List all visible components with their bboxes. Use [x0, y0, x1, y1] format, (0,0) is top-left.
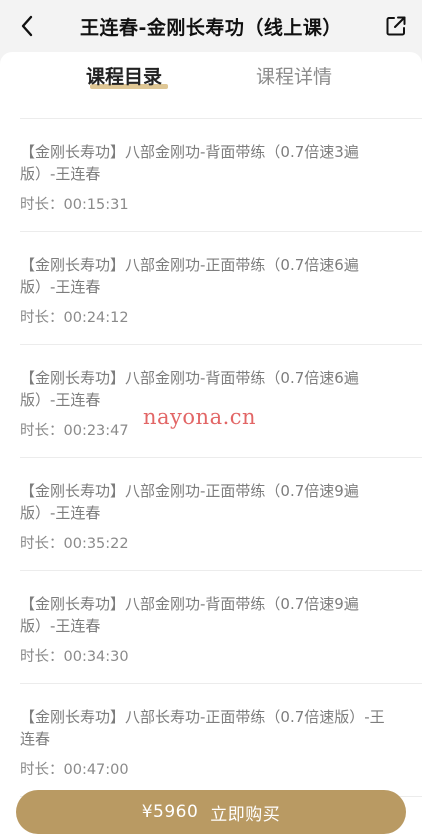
- share-icon: [386, 16, 406, 36]
- content-card: 课程目录 课程详情 【金刚长寿功】八部金刚功-背面带练（0.7倍速3遍版）-王连…: [0, 52, 422, 836]
- header-bar: 王连春-金刚长寿功（线上课）: [0, 0, 422, 52]
- tab-course-details[interactable]: 课程详情: [256, 62, 332, 89]
- lesson-duration: 时长：00:35:22: [20, 536, 129, 552]
- lesson-title: 【金刚长寿功】八部金刚功-正面带练（0.7倍速6遍版）-王连春: [20, 256, 359, 296]
- page-title: 王连春-金刚长寿功（线上课）: [80, 16, 342, 39]
- lesson-item[interactable]: 【金刚长寿功】八部金刚功-正面带练（0.7倍速9遍版）-王连春 时长：00:35…: [20, 458, 422, 571]
- tab-label: 课程目录: [86, 66, 163, 88]
- share-button[interactable]: [384, 14, 408, 38]
- lesson-title: 【金刚长寿功】八部金刚功-正面带练（0.7倍速9遍版）-王连春: [20, 482, 359, 522]
- lesson-duration: 时长：00:34:30: [20, 649, 129, 665]
- lesson-duration: 时长：00:23:47: [20, 423, 129, 439]
- lesson-item[interactable]: 【金刚长寿功】八部金刚功-背面带练（0.7倍速6遍版）-王连春 时长：00:23…: [20, 345, 422, 458]
- lesson-duration: 时长：00:24:12: [20, 310, 129, 326]
- tab-bar: 课程目录 课程详情: [0, 52, 422, 100]
- buy-label: 立即购买: [210, 804, 281, 825]
- lesson-duration: 时长：00:47:00: [20, 762, 129, 778]
- lesson-list: 【金刚长寿功】八部金刚功-背面带练（0.7倍速3遍版）-王连春 时长：00:15…: [0, 119, 422, 797]
- lesson-duration: 时长：00:15:31: [20, 197, 129, 213]
- chevron-left-icon: [21, 15, 33, 37]
- lesson-title: 【金刚长寿功】八部金刚功-背面带练（0.7倍速9遍版）-王连春: [20, 595, 359, 635]
- lesson-title: 【金刚长寿功】八部长寿功-正面带练（0.7倍速版）-王连春: [20, 708, 385, 748]
- back-button[interactable]: [14, 13, 40, 39]
- tab-course-catalog[interactable]: 课程目录: [86, 62, 162, 89]
- watermark: nayona.cn: [143, 405, 257, 429]
- price-label: ¥5960: [141, 802, 199, 822]
- lesson-title: 【金刚长寿功】八部金刚功-背面带练（0.7倍速3遍版）-王连春: [20, 143, 359, 183]
- lesson-item[interactable]: 【金刚长寿功】八部金刚功-背面带练（0.7倍速9遍版）-王连春 时长：00:34…: [20, 571, 422, 684]
- tab-label: 课程详情: [256, 66, 333, 88]
- lesson-item[interactable]: 【金刚长寿功】八部长寿功-正面带练（0.7倍速版）-王连春 时长：00:47:0…: [20, 684, 422, 797]
- buy-now-button[interactable]: ¥5960 立即购买: [16, 790, 406, 834]
- lesson-item[interactable]: 【金刚长寿功】八部金刚功-背面带练（0.7倍速3遍版）-王连春 时长：00:15…: [20, 119, 422, 232]
- lesson-item[interactable]: 【金刚长寿功】八部金刚功-正面带练（0.7倍速6遍版）-王连春 时长：00:24…: [20, 232, 422, 345]
